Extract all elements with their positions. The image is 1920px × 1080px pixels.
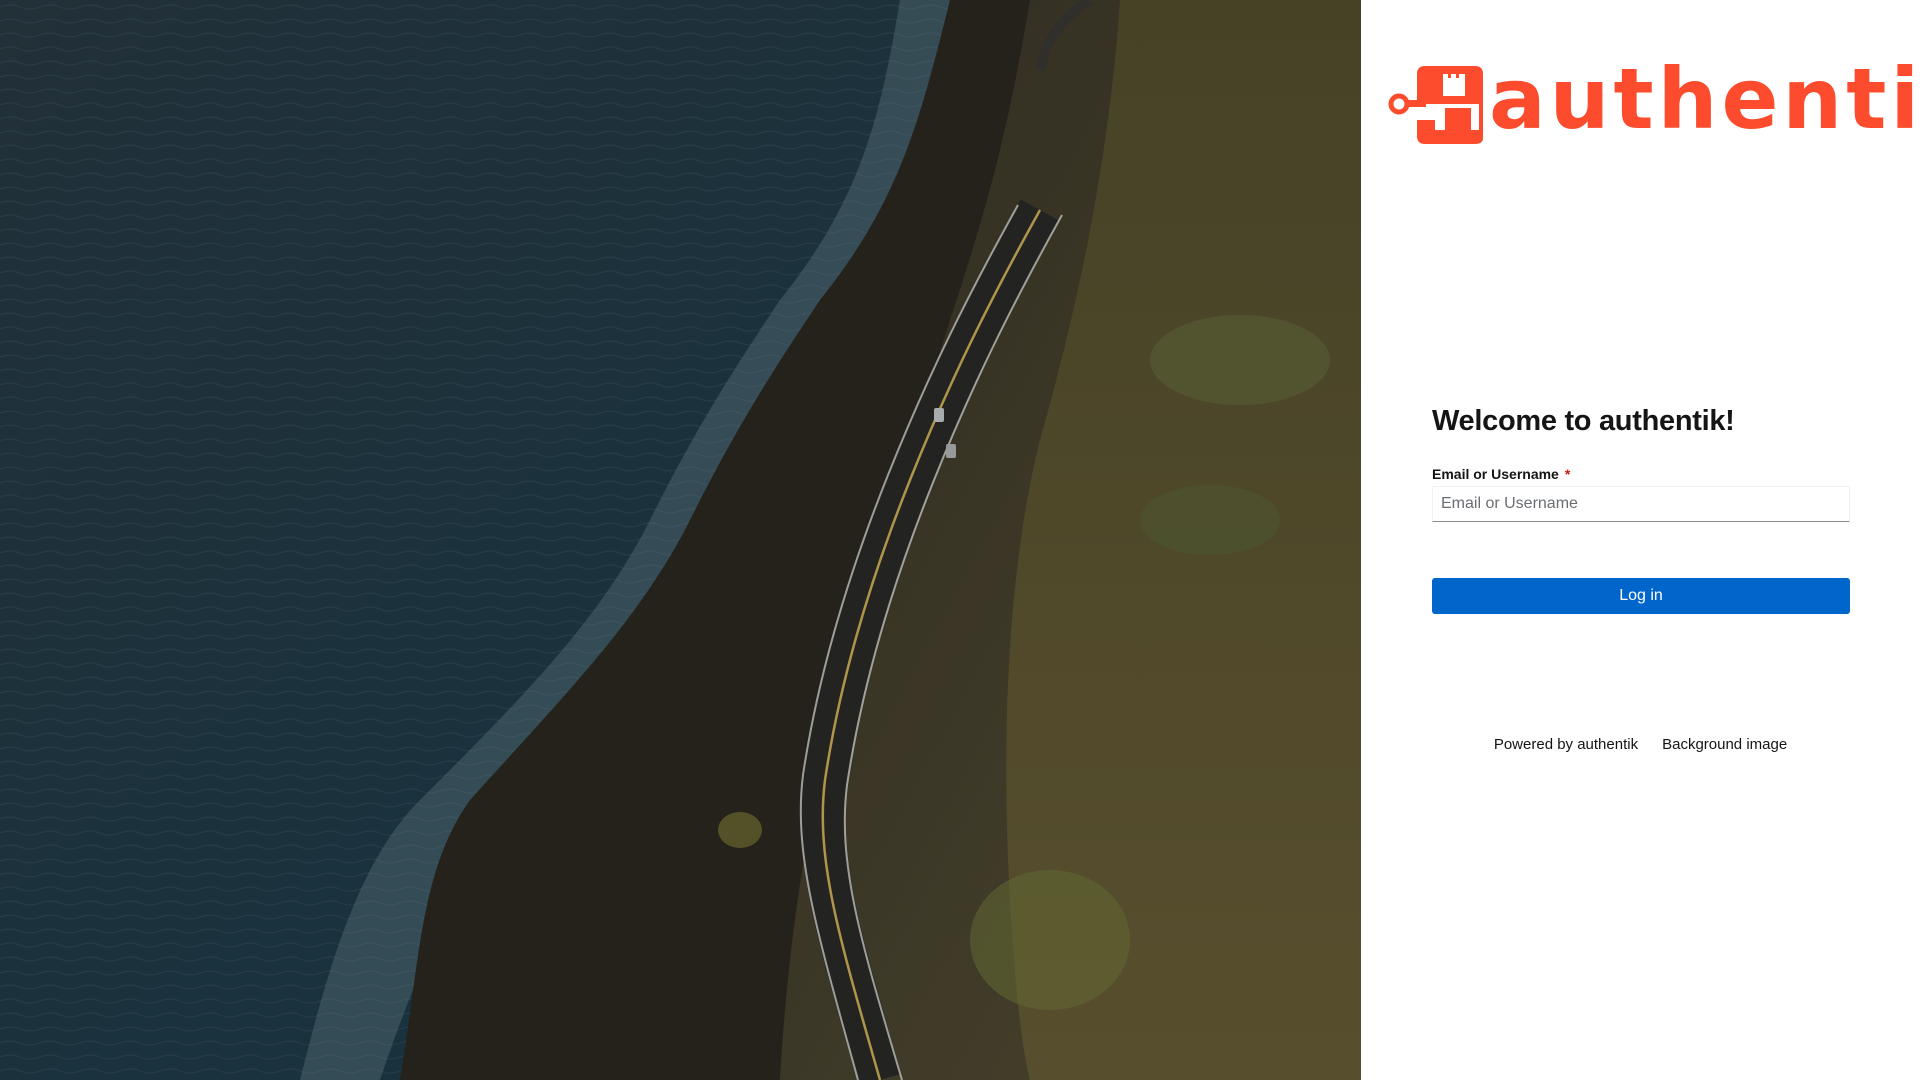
brand-wordmark: authentik [1489,50,1920,148]
authentik-logo-icon [1388,66,1483,144]
login-button[interactable]: Log in [1432,578,1850,614]
required-marker: * [1564,466,1571,482]
login-page: authentik Welcome to authentik! Email or… [0,0,1920,1080]
login-panel: authentik Welcome to authentik! Email or… [1361,0,1920,1080]
email-field-label: Email or Username * [1432,466,1850,482]
powered-by-link[interactable]: Powered by authentik [1494,736,1638,753]
brand-logo: authentik [1387,57,1920,144]
background-image [0,0,1361,1080]
email-username-input[interactable] [1432,486,1850,522]
background-image-link[interactable]: Background image [1662,736,1787,753]
login-form: Welcome to authentik! Email or Username *… [1432,405,1850,614]
email-label-text: Email or Username [1432,466,1559,482]
page-title: Welcome to authentik! [1432,405,1735,437]
footer-links: Powered by authentik Background image [1361,736,1920,753]
